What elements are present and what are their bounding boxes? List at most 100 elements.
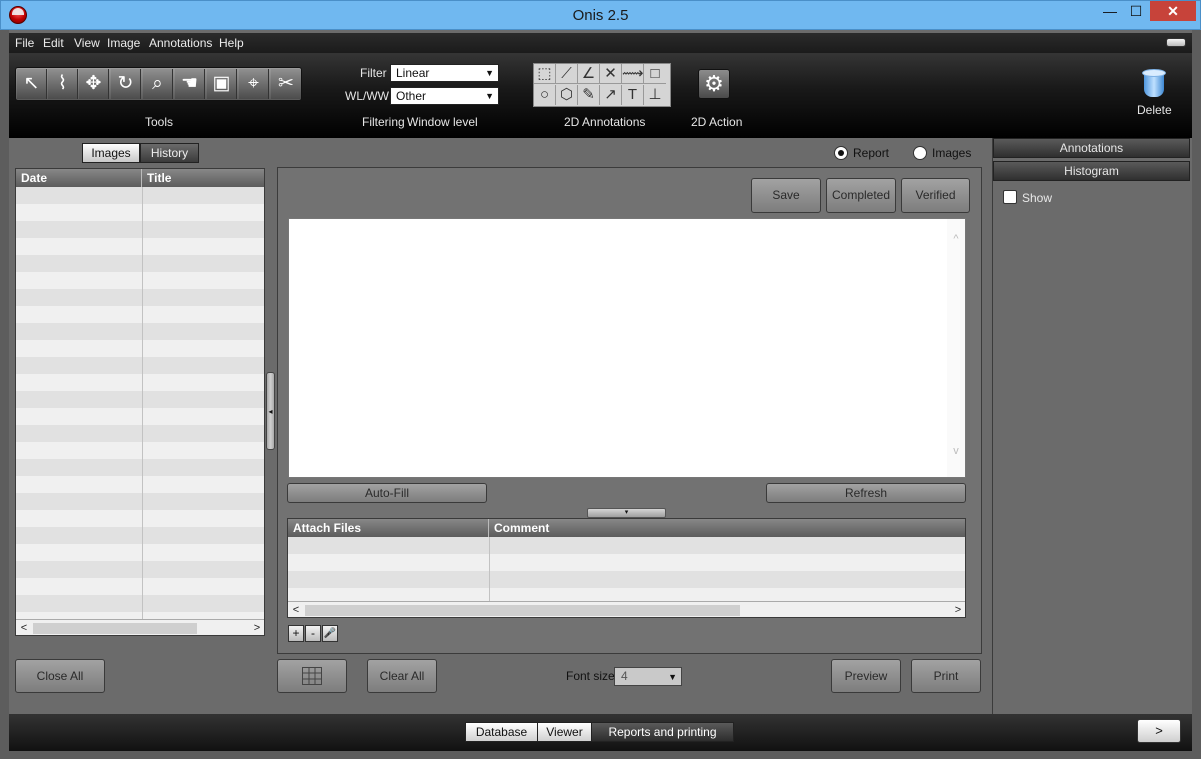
save-button[interactable]: Save	[751, 178, 821, 213]
rectangle-icon[interactable]: □	[644, 64, 666, 84]
crosshair-icon[interactable]: ⌖	[239, 69, 269, 99]
table-row[interactable]	[16, 544, 264, 561]
scrollbar-thumb[interactable]	[305, 605, 740, 616]
history-scrollbar[interactable]: < >	[16, 619, 264, 635]
table-row[interactable]	[16, 442, 264, 459]
close-window-button[interactable]: ✕	[1150, 1, 1196, 21]
column-title[interactable]: Title	[142, 169, 264, 187]
microphone-icon[interactable]: 🎤	[322, 625, 338, 642]
menu-annotations[interactable]: Annotations	[149, 36, 212, 50]
menu-help[interactable]: Help	[219, 36, 244, 50]
table-row[interactable]	[16, 204, 264, 221]
scroll-down-icon[interactable]: v	[947, 445, 965, 457]
scroll-right-icon[interactable]: >	[249, 620, 264, 635]
table-row[interactable]	[16, 493, 264, 510]
scroll-up-icon[interactable]: ^	[947, 233, 965, 245]
window-icon[interactable]: ▣	[207, 69, 237, 99]
tab-viewer[interactable]: Viewer	[537, 722, 592, 742]
tab-database[interactable]: Database	[465, 722, 538, 742]
table-row[interactable]	[16, 510, 264, 527]
gear-icon[interactable]: ⚙	[698, 69, 730, 99]
column-attach-files[interactable]: Attach Files	[288, 519, 489, 537]
angle-icon[interactable]: ∠	[578, 64, 600, 84]
ruler-icon[interactable]: ⟋	[556, 64, 578, 84]
rect-select-icon[interactable]: ⬚	[534, 64, 556, 84]
column-comment[interactable]: Comment	[489, 519, 965, 537]
ellipse-icon[interactable]: ○	[534, 85, 556, 105]
table-row[interactable]	[16, 187, 264, 204]
table-row[interactable]	[16, 238, 264, 255]
expander-handle[interactable]: ▾	[587, 508, 666, 518]
tab-reports-and-printing[interactable]: Reports and printing	[591, 722, 734, 742]
report-text-area[interactable]: ^ v	[288, 218, 966, 478]
table-row[interactable]	[16, 221, 264, 238]
table-row[interactable]	[16, 255, 264, 272]
zoom-icon[interactable]: ⌕	[143, 69, 173, 99]
table-row[interactable]	[16, 391, 264, 408]
scrollbar-thumb[interactable]	[33, 623, 197, 634]
perpendicular-icon[interactable]: ⊥	[644, 85, 666, 105]
report-radio[interactable]	[834, 146, 848, 160]
verified-button[interactable]: Verified	[901, 178, 970, 213]
table-row[interactable]	[16, 408, 264, 425]
preview-button[interactable]: Preview	[831, 659, 901, 693]
toolbar-toggle-button[interactable]	[1166, 38, 1186, 47]
table-row[interactable]	[16, 306, 264, 323]
table-row[interactable]	[288, 571, 965, 588]
table-row[interactable]	[288, 554, 965, 571]
curve-icon[interactable]: ⌇	[48, 69, 78, 99]
scroll-left-icon[interactable]: <	[288, 602, 304, 617]
show-histogram-checkbox[interactable]	[1003, 190, 1017, 204]
rotate-icon[interactable]: ↻	[111, 69, 141, 99]
scroll-right-icon[interactable]: >	[950, 602, 965, 617]
font-size-select[interactable]: 4 ▼	[614, 667, 682, 686]
remove-attachment-button[interactable]: -	[305, 625, 321, 642]
report-scrollbar[interactable]: ^ v	[947, 219, 965, 477]
hand-icon[interactable]: ☚	[175, 69, 205, 99]
maximize-button[interactable]: ☐	[1124, 1, 1148, 21]
minimize-button[interactable]: —	[1098, 1, 1122, 21]
table-row[interactable]	[16, 323, 264, 340]
completed-button[interactable]: Completed	[826, 178, 896, 213]
filter-select[interactable]: Linear ▼	[390, 64, 499, 82]
menu-file[interactable]: File	[15, 36, 34, 50]
print-button[interactable]: Print	[911, 659, 981, 693]
table-row[interactable]	[16, 289, 264, 306]
table-row[interactable]	[16, 578, 264, 595]
table-row[interactable]	[16, 340, 264, 357]
menu-view[interactable]: View	[74, 36, 100, 50]
arrow-icon[interactable]: ↗	[600, 85, 622, 105]
splitter-handle[interactable]: ◂	[266, 372, 275, 450]
clear-all-button[interactable]: Clear All	[367, 659, 437, 693]
table-row[interactable]	[16, 374, 264, 391]
polygon-icon[interactable]: ⬡	[556, 85, 578, 105]
cross-angle-icon[interactable]: ✕	[600, 64, 622, 84]
refresh-button[interactable]: Refresh	[766, 483, 966, 503]
attach-scrollbar[interactable]: < >	[288, 601, 965, 617]
trash-icon[interactable]	[1142, 69, 1166, 99]
close-all-button[interactable]: Close All	[15, 659, 105, 693]
menu-edit[interactable]: Edit	[43, 36, 64, 50]
layout-grid-button[interactable]	[277, 659, 347, 693]
column-date[interactable]: Date	[16, 169, 142, 187]
table-row[interactable]	[16, 476, 264, 493]
histogram-section-header[interactable]: Histogram	[993, 161, 1190, 181]
annotations-section-header[interactable]: Annotations	[993, 138, 1190, 158]
table-row[interactable]	[16, 425, 264, 442]
scissors-icon[interactable]: ✂	[271, 69, 301, 99]
table-row[interactable]	[16, 459, 264, 476]
table-row[interactable]	[16, 595, 264, 612]
pointer-icon[interactable]: ↖	[17, 69, 47, 99]
menu-image[interactable]: Image	[107, 36, 140, 50]
pen-icon[interactable]: ✎	[578, 85, 600, 105]
table-row[interactable]	[16, 561, 264, 578]
wlww-select[interactable]: Other ▼	[390, 87, 499, 105]
table-row[interactable]	[288, 537, 965, 554]
table-row[interactable]	[16, 357, 264, 374]
next-button[interactable]: >	[1137, 719, 1181, 743]
auto-fill-button[interactable]: Auto-Fill	[287, 483, 487, 503]
polyline-icon[interactable]: ⟿	[622, 64, 644, 84]
scroll-left-icon[interactable]: <	[16, 620, 32, 635]
text-icon[interactable]: T	[622, 85, 644, 105]
tab-images[interactable]: Images	[82, 143, 140, 163]
